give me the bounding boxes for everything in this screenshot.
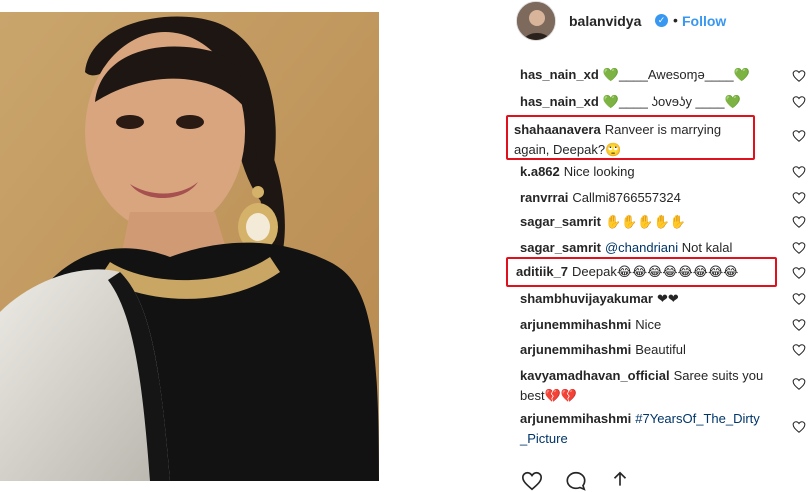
heart-outline-icon[interactable] bbox=[792, 129, 806, 143]
comment-username[interactable]: ranvrrai bbox=[520, 190, 568, 205]
post-header: balanvidya ✓ • Follow bbox=[507, 0, 811, 44]
list-item: sagar_samrit @chandriani Not kalal bbox=[520, 238, 790, 258]
comment-username[interactable]: arjunemmihashmi bbox=[520, 411, 631, 426]
comment-username[interactable]: sagar_samrit bbox=[520, 240, 601, 255]
heart-outline-icon[interactable] bbox=[792, 292, 806, 306]
comments-panel: balanvidya ✓ • Follow has_nain_xd 💚____Aw… bbox=[506, 0, 811, 491]
comment-text: 💚____Awesoɱә____💚 bbox=[602, 67, 750, 82]
avatar[interactable] bbox=[516, 1, 556, 41]
list-item: has_nain_xd 💚____Awesoɱә____💚 bbox=[520, 65, 790, 85]
comment-username[interactable]: has_nain_xd bbox=[520, 67, 599, 82]
comment-username[interactable]: k.a862 bbox=[520, 164, 560, 179]
comment-username[interactable]: shambhuvijayakumar bbox=[520, 291, 653, 306]
comment-text: ✋✋✋✋✋ bbox=[604, 214, 686, 229]
heart-outline-icon[interactable] bbox=[792, 266, 806, 280]
comment-text: Beautiful bbox=[635, 342, 686, 357]
list-item: arjunemmihashmi #7YearsOf_The_Dirty_Pictu… bbox=[520, 409, 765, 449]
list-item: has_nain_xd 💚____ ʖovɘʖy ____💚 bbox=[520, 92, 790, 112]
follow-button[interactable]: Follow bbox=[682, 13, 726, 29]
comment-text: Callmi8766557324 bbox=[572, 190, 681, 205]
heart-outline-icon[interactable] bbox=[792, 343, 806, 357]
comment-username[interactable]: arjunemmihashmi bbox=[520, 342, 631, 357]
verified-badge-icon: ✓ bbox=[655, 14, 668, 27]
comment-username[interactable]: has_nain_xd bbox=[520, 94, 599, 109]
heart-outline-icon[interactable] bbox=[792, 69, 806, 83]
comment-text: 💚____ ʖovɘʖy ____💚 bbox=[602, 94, 741, 109]
post-photo[interactable] bbox=[0, 12, 379, 481]
comment-text: Nice bbox=[635, 317, 662, 332]
list-item: sagar_samrit ✋✋✋✋✋ bbox=[520, 212, 790, 232]
portrait-photo-illustration bbox=[0, 12, 379, 481]
list-item: arjunemmihashmi Nice bbox=[520, 315, 790, 335]
post-actions-bar bbox=[507, 466, 811, 491]
heart-outline-icon[interactable] bbox=[521, 470, 543, 492]
heart-outline-icon[interactable] bbox=[792, 241, 806, 255]
highlight-box bbox=[506, 257, 777, 287]
highlight-box bbox=[506, 115, 755, 160]
comment-text: ❤❤ bbox=[656, 291, 679, 306]
heart-outline-icon[interactable] bbox=[792, 165, 806, 179]
comment-text: Nice looking bbox=[563, 164, 635, 179]
list-item: kavyamadhavan_official Saree suits you be… bbox=[520, 366, 765, 406]
list-item: arjunemmihashmi Beautiful bbox=[520, 340, 790, 360]
comment-text: Not kalal bbox=[678, 240, 733, 255]
list-item: ranvrrai Callmi8766557324 bbox=[520, 188, 790, 208]
separator-dot: • bbox=[673, 12, 678, 28]
comment-username[interactable]: arjunemmihashmi bbox=[520, 317, 631, 332]
comment-username[interactable]: sagar_samrit bbox=[520, 214, 601, 229]
heart-outline-icon[interactable] bbox=[792, 420, 806, 434]
heart-outline-icon[interactable] bbox=[792, 318, 806, 332]
comment-username[interactable]: kavyamadhavan_official bbox=[520, 368, 670, 383]
list-item: k.a862 Nice looking bbox=[520, 162, 790, 182]
heart-outline-icon[interactable] bbox=[792, 215, 806, 229]
comment-bubble-icon[interactable] bbox=[565, 470, 587, 492]
heart-outline-icon[interactable] bbox=[792, 377, 806, 391]
list-item: shambhuvijayakumar ❤❤ bbox=[520, 289, 790, 309]
mention-link[interactable]: @chandriani bbox=[605, 240, 678, 255]
avatar-image-icon bbox=[517, 2, 555, 40]
heart-outline-icon[interactable] bbox=[792, 95, 806, 109]
heart-outline-icon[interactable] bbox=[792, 191, 806, 205]
username-link[interactable]: balanvidya bbox=[569, 13, 641, 29]
share-arrow-icon[interactable] bbox=[609, 470, 631, 492]
